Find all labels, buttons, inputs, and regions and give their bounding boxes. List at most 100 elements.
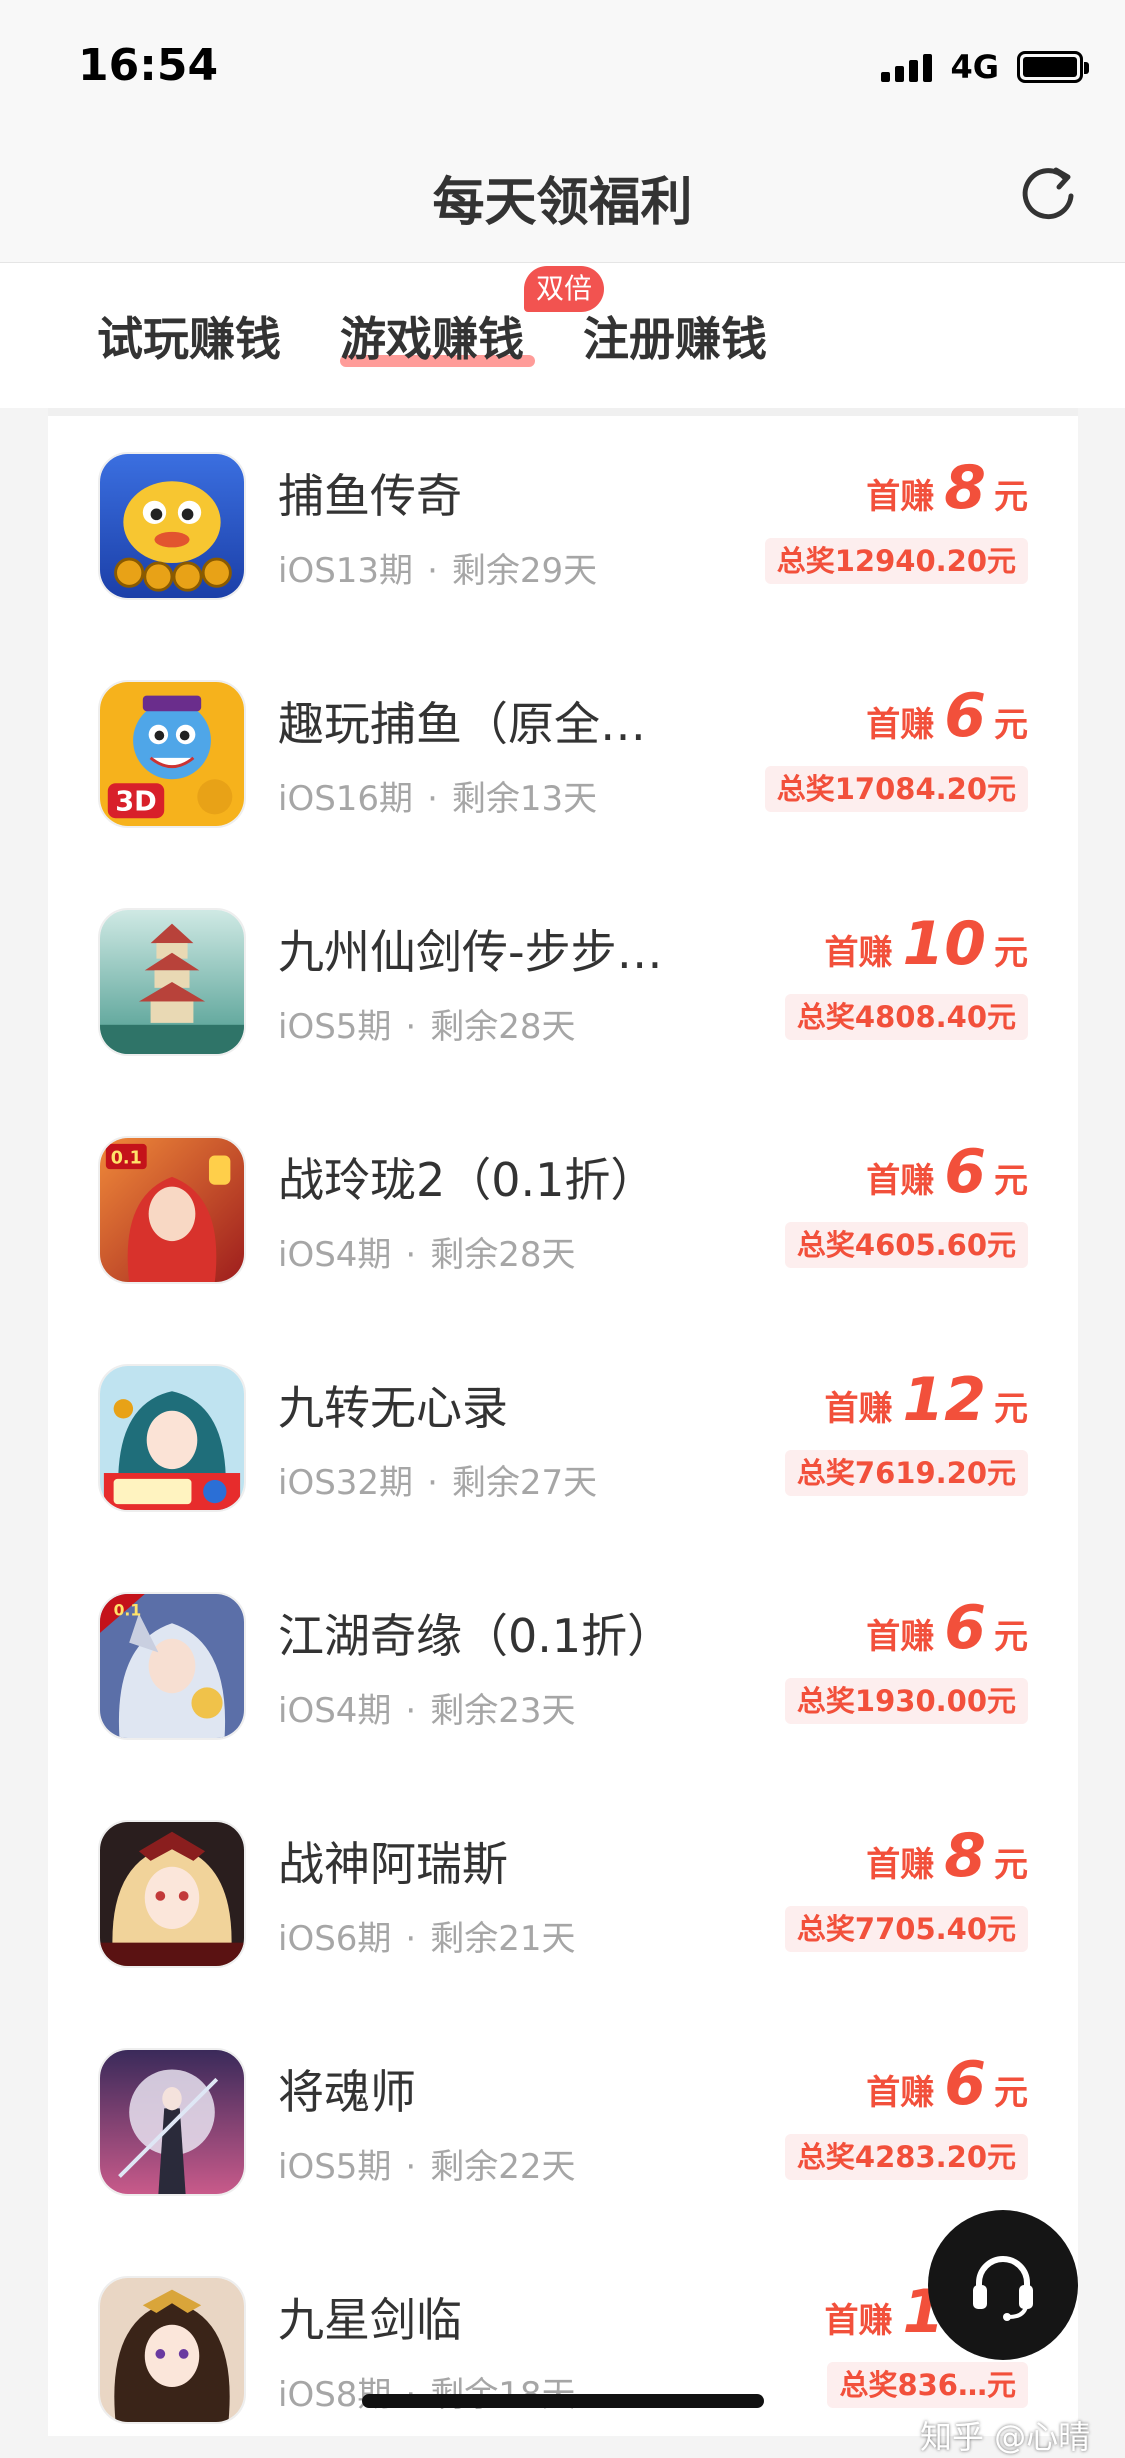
total-prize-badge: 总奖17084.20元 xyxy=(764,766,1028,812)
app-name: 九州仙剑传-步步… xyxy=(278,925,663,979)
list-item[interactable]: 九转无心录 iOS32期 · 剩余27天 首赚 12 元 总奖7619.20元 xyxy=(48,1320,1078,1548)
total-prize-badge: 总奖7705.40元 xyxy=(784,1906,1028,1952)
first-earn-label: 首赚 xyxy=(866,2073,935,2113)
app-meta: iOS6期 · 剩余21天 xyxy=(278,1919,576,1959)
first-earn-amount: 8 xyxy=(944,453,986,523)
first-earn-label: 首赚 xyxy=(866,1617,935,1657)
list-item[interactable]: 0.1 江湖奇缘（0.1折） iOS4期 · 剩余23天 首赚 6 元 总奖1930… xyxy=(48,1548,1078,1776)
app-period: iOS4期 xyxy=(278,1235,392,1275)
app-period: iOS6期 xyxy=(278,1919,392,1959)
first-earn-label: 首赚 xyxy=(824,2301,893,2341)
app-remaining: 剩余23天 xyxy=(430,1691,576,1731)
total-prize-badge: 总奖836…元 xyxy=(827,2362,1028,2408)
first-earn-label: 首赚 xyxy=(866,1161,935,1201)
watermark: 知乎 @心晴 xyxy=(920,2418,1091,2456)
page-title: 每天领福利 xyxy=(432,173,693,233)
first-earn-label: 首赚 xyxy=(866,477,935,517)
app-meta: iOS32期 · 剩余27天 xyxy=(278,1463,598,1503)
first-earn-amount: 6 xyxy=(944,681,986,751)
total-prize-badge: 总奖12940.20元 xyxy=(764,538,1028,584)
list-item[interactable]: 3D 趣玩捕鱼（原全… iOS16期 · 剩余13天 首赚 6 元 总奖17084.… xyxy=(48,636,1078,864)
app-period: iOS32期 xyxy=(278,1463,414,1503)
status-bar: 16:54 4G xyxy=(0,0,1125,130)
customer-service-button[interactable] xyxy=(928,2210,1078,2360)
tab-register-earn[interactable]: 注册赚钱 xyxy=(583,303,767,369)
app-period: iOS16期 xyxy=(278,779,414,819)
app-remaining: 剩余29天 xyxy=(451,551,598,591)
list-item[interactable]: 0.1 战玲珑2（0.1折） iOS4期 · 剩余28天 首赚 6 元 总奖4605… xyxy=(48,1092,1078,1320)
app-period: iOS13期 xyxy=(278,551,414,591)
app-period: iOS5期 xyxy=(278,2147,392,2187)
nav-bar: 每天领福利 xyxy=(0,130,1125,263)
list-item[interactable]: 将魂师 iOS5期 · 剩余22天 首赚 6 元 总奖4283.20元 xyxy=(48,2004,1078,2232)
app-name: 趣玩捕鱼（原全… xyxy=(278,697,646,751)
list-item[interactable]: 九州仙剑传-步步… iOS5期 · 剩余28天 首赚 10 元 总奖4808.40元 xyxy=(48,864,1078,1092)
app-meta: iOS8期·剩余18天 xyxy=(278,2367,576,2416)
refresh-icon[interactable] xyxy=(1015,160,1081,226)
app-icon-jianghunshi xyxy=(98,2048,246,2196)
first-earn-amount: 10 xyxy=(902,909,987,979)
first-earn-amount: 6 xyxy=(944,1137,986,1207)
app-icon-fun-fishing: 3D xyxy=(98,680,246,828)
first-earn-reward: 首赚 6 元 xyxy=(866,681,1028,751)
app-meta: iOS5期 · 剩余22天 xyxy=(278,2147,576,2187)
app-icon-zhan-linglong: 0.1 xyxy=(98,1136,246,1284)
app-icon-jiuxing xyxy=(98,2276,246,2424)
first-earn-unit: 元 xyxy=(994,933,1028,973)
battery-icon xyxy=(1017,51,1089,83)
svg-text:0.1: 0.1 xyxy=(111,1148,142,1168)
first-earn-reward: 首赚 10 元 xyxy=(825,909,1029,979)
signal-icon xyxy=(881,52,933,82)
first-earn-label: 首赚 xyxy=(824,933,893,973)
app-icon-jiuzhuan xyxy=(98,1364,246,1512)
tab-game-earn[interactable]: 游戏赚钱 xyxy=(340,303,524,369)
app-period: iOS4期 xyxy=(278,1691,392,1731)
app-icon-fish-legend xyxy=(98,452,246,600)
list-item[interactable]: 捕鱼传奇 iOS13期 · 剩余29天 首赚 8 元 总奖12940.20元 xyxy=(48,408,1078,636)
tab-trial-earn[interactable]: 试玩赚钱 xyxy=(97,303,281,369)
total-prize-badge: 总奖4808.40元 xyxy=(784,994,1028,1040)
app-icon-ares xyxy=(98,1820,246,1968)
first-earn-label: 首赚 xyxy=(866,705,935,745)
total-prize-badge: 总奖4283.20元 xyxy=(784,2134,1028,2180)
first-earn-unit: 元 xyxy=(994,2073,1028,2113)
network-type: 4G xyxy=(950,48,999,86)
first-earn-unit: 元 xyxy=(994,477,1028,517)
app-remaining: 剩余27天 xyxy=(451,1463,598,1503)
app-name: 战玲珑2（0.1折） xyxy=(278,1153,657,1207)
app-remaining: 剩余22天 xyxy=(430,2147,576,2187)
double-badge: 双倍 xyxy=(524,266,605,312)
app-remaining: 剩余28天 xyxy=(430,1007,576,1047)
total-prize-badge: 总奖1930.00元 xyxy=(784,1678,1028,1724)
app-name: 战神阿瑞斯 xyxy=(278,1837,508,1891)
home-indicator xyxy=(362,2394,764,2408)
app-name: 捕鱼传奇 xyxy=(278,469,462,523)
total-prize-badge: 总奖4605.60元 xyxy=(784,1222,1028,1268)
headset-icon xyxy=(973,2256,1033,2321)
svg-text:0.1: 0.1 xyxy=(114,1601,142,1619)
first-earn-reward: 首赚 6 元 xyxy=(866,1137,1028,1207)
app-meta: iOS4期 · 剩余23天 xyxy=(278,1691,576,1731)
status-indicators: 4G xyxy=(881,48,1089,86)
first-earn-unit: 元 xyxy=(994,1161,1028,1201)
app-meta: iOS16期 · 剩余13天 xyxy=(278,779,598,819)
first-earn-reward: 首赚 8 元 xyxy=(866,453,1028,523)
list-item[interactable]: 战神阿瑞斯 iOS6期 · 剩余21天 首赚 8 元 总奖7705.40元 xyxy=(48,1776,1078,2004)
tab-bar: 试玩赚钱 游戏赚钱 注册赚钱 双倍 xyxy=(0,263,1125,408)
app-meta: iOS4期 · 剩余28天 xyxy=(278,1235,576,1275)
first-earn-unit: 元 xyxy=(994,1845,1028,1885)
first-earn-amount: 8 xyxy=(944,1821,986,1891)
app-name: 九星剑临 xyxy=(278,2293,462,2347)
first-earn-amount: 6 xyxy=(944,2049,986,2119)
app-period: iOS5期 xyxy=(278,1007,392,1047)
app-icon-jianghu: 0.1 xyxy=(98,1592,246,1740)
first-earn-reward: 首赚 6 元 xyxy=(866,2049,1028,2119)
first-earn-amount: 12 xyxy=(902,1365,987,1435)
game-list: 捕鱼传奇 iOS13期 · 剩余29天 首赚 8 元 总奖12940.20元 3D xyxy=(48,408,1078,2436)
first-earn-unit: 元 xyxy=(994,1617,1028,1657)
svg-text:3D: 3D xyxy=(115,786,157,817)
app-meta: iOS13期 · 剩余29天 xyxy=(278,551,598,591)
first-earn-reward: 首赚 6 元 xyxy=(866,1593,1028,1663)
first-earn-label: 首赚 xyxy=(824,1389,893,1429)
app-name: 九转无心录 xyxy=(278,1381,508,1435)
